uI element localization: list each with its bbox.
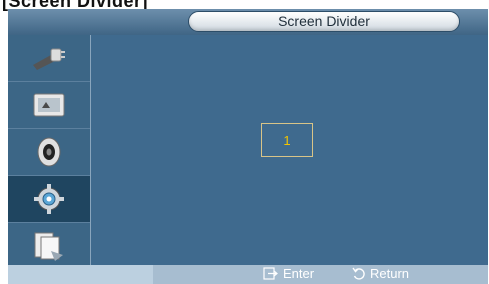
return-label: Return [370, 266, 410, 281]
speaker-icon [37, 137, 61, 167]
return-icon [352, 267, 366, 281]
sidebar-item-multi-control[interactable] [8, 223, 90, 269]
osd-title-bar: Screen Divider [8, 9, 488, 35]
divider-cell[interactable]: 1 [261, 123, 313, 157]
sidebar-item-sound[interactable] [8, 129, 90, 176]
setup-gear-icon [34, 184, 64, 214]
multi-control-icon [34, 232, 63, 261]
divider-cell-number: 1 [283, 132, 291, 148]
osd-sidebar [8, 35, 91, 284]
picture-icon [33, 93, 65, 117]
osd-title: Screen Divider [278, 13, 370, 29]
title-pill: Screen Divider [188, 11, 460, 32]
enter-icon [263, 267, 279, 280]
sidebar-item-picture[interactable] [8, 82, 90, 129]
screen-divider-area: 1 [91, 35, 488, 265]
osd-window: Screen Divider 1 Enter Return [8, 9, 488, 284]
footer-bar-hints [153, 265, 488, 284]
sidebar-item-setup[interactable] [8, 176, 90, 223]
enter-label: Enter [283, 266, 315, 281]
return-hint: Return [352, 266, 409, 281]
input-plug-icon [33, 48, 65, 70]
enter-hint: Enter [263, 266, 314, 281]
sidebar-item-input[interactable] [8, 35, 90, 82]
